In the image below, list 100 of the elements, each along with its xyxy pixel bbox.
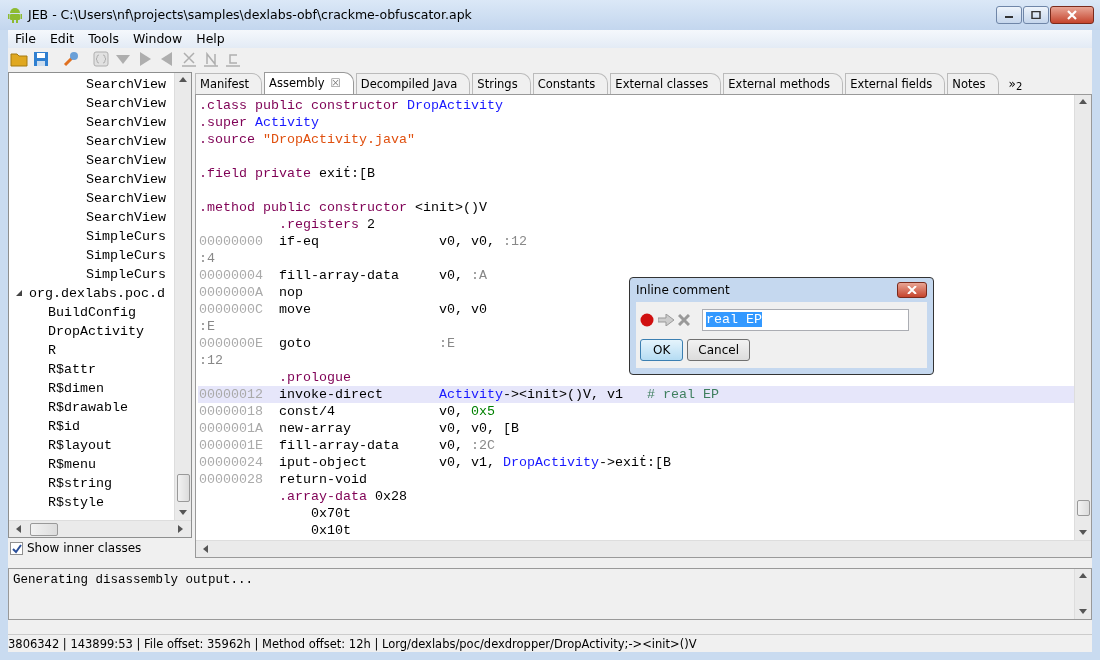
expander-icon[interactable] xyxy=(15,289,23,298)
tree-item[interactable]: R$layout xyxy=(48,435,112,455)
tree-item[interactable]: SearchView xyxy=(86,188,166,208)
line-address: 0000000C xyxy=(199,300,264,318)
code-token: v0, xyxy=(439,436,464,454)
arrow-icon[interactable] xyxy=(658,314,674,326)
line-address: 00000018 xyxy=(199,402,264,420)
tab[interactable]: Notes xyxy=(947,72,999,94)
code-token: 0x5 xyxy=(471,402,495,420)
save-icon[interactable] xyxy=(32,49,50,68)
tree-item[interactable]: R$style xyxy=(48,492,104,512)
tree-item[interactable]: org.dexlabs.poc.d xyxy=(29,283,165,303)
instruction-mnemonic: fill-array-data xyxy=(279,267,399,283)
tree-item[interactable]: R$id xyxy=(48,416,80,436)
tree-item[interactable]: SearchView xyxy=(86,93,166,113)
close-button[interactable] xyxy=(897,282,927,298)
instruction-mnemonic: iput-object xyxy=(279,454,367,470)
tree-item[interactable]: SearchView xyxy=(86,131,166,151)
scroll-left-icon[interactable] xyxy=(202,545,210,554)
line-address: 0000001E xyxy=(199,436,264,454)
tree-item[interactable]: SearchView xyxy=(86,150,166,170)
tab[interactable]: Decompiled Java xyxy=(355,72,471,94)
code-token: .registers xyxy=(279,215,360,233)
code-token: ->exiṫ:[B xyxy=(599,453,671,471)
cancel-button[interactable]: Cancel xyxy=(687,339,750,361)
tab[interactable]: External classes xyxy=(610,72,722,94)
close-icon xyxy=(1066,10,1078,20)
menu-item[interactable]: Tools xyxy=(81,30,126,48)
tree-item[interactable]: R$attr xyxy=(48,359,96,379)
tab[interactable]: Assembly ☒ xyxy=(264,71,354,94)
tree-item[interactable]: SearchView xyxy=(86,112,166,132)
scroll-up-icon[interactable] xyxy=(1079,97,1087,106)
tab[interactable]: Strings xyxy=(472,72,531,94)
code-token: :E xyxy=(439,334,455,352)
scroll-right-icon[interactable] xyxy=(177,525,185,534)
code-token: :12 xyxy=(199,351,223,369)
code-token: .class public constructor xyxy=(199,96,400,114)
scroll-thumb[interactable] xyxy=(1076,500,1090,517)
instruction-mnemonic: new-array xyxy=(279,420,351,436)
record-icon[interactable] xyxy=(640,313,654,327)
horizontal-scrollbar[interactable] xyxy=(9,520,191,538)
close-icon xyxy=(907,286,917,294)
android-icon xyxy=(8,7,22,23)
menu-item[interactable]: File xyxy=(8,30,43,48)
code-token: exiṫ:[B xyxy=(319,164,375,182)
close-button[interactable] xyxy=(1050,6,1094,24)
tree-item[interactable]: SimpleCurs xyxy=(86,245,166,265)
instruction-mnemonic: invoke-direct xyxy=(279,386,383,402)
vertical-scrollbar[interactable] xyxy=(174,72,191,521)
tree-item[interactable]: SearchView xyxy=(86,207,166,227)
code-token: :A xyxy=(471,266,487,284)
vertical-scrollbar[interactable] xyxy=(1074,569,1091,619)
minimize-button[interactable] xyxy=(996,6,1022,24)
more-tabs-button[interactable]: »$_{2}$ xyxy=(1008,73,1023,94)
instruction-mnemonic: if-eq xyxy=(279,233,319,249)
scroll-thumb[interactable] xyxy=(30,522,58,536)
maximize-button[interactable] xyxy=(1023,6,1049,24)
ok-button[interactable]: OK xyxy=(640,339,684,361)
status-text: 3806342 | 143899:53 | File offset: 35962h | Method offset: 12h | Lorg/dexlabs/poc/dexdropper/DropActivity;-><init>()V xyxy=(8,637,697,651)
line-address: 0000001A xyxy=(199,419,264,437)
menu-item[interactable]: Window xyxy=(125,30,190,48)
tree-item[interactable]: DropActivity xyxy=(48,321,144,341)
vertical-scrollbar[interactable] xyxy=(1074,94,1091,541)
code-token: <init>()V xyxy=(414,198,487,216)
code-token: DropActivity xyxy=(406,96,503,114)
checkbox[interactable] xyxy=(10,541,23,555)
tab[interactable]: External methods xyxy=(723,72,844,94)
horizontal-scrollbar[interactable] xyxy=(196,540,1091,558)
tree-item[interactable]: SimpleCurs xyxy=(86,264,166,284)
code-token: .field private xyxy=(199,164,312,182)
code-token: v0, xyxy=(439,266,464,284)
tree-item[interactable]: R xyxy=(48,340,56,360)
tree-item[interactable]: SearchView xyxy=(86,74,166,94)
menu-item[interactable]: Edit xyxy=(42,30,82,48)
scroll-down-icon[interactable] xyxy=(1079,608,1087,616)
tab[interactable]: Constants xyxy=(532,72,609,94)
scroll-up-icon[interactable] xyxy=(179,75,187,84)
tree-item[interactable]: R$menu xyxy=(48,454,96,474)
line-address: 00000024 xyxy=(199,453,264,471)
code-comment: # real EP xyxy=(646,385,719,403)
scroll-up-icon[interactable] xyxy=(1079,572,1087,581)
line-address: 00000000 xyxy=(199,232,264,250)
tree-item[interactable]: R$dimen xyxy=(48,378,104,398)
tree-item[interactable]: R$drawable xyxy=(48,397,128,417)
tree-item[interactable]: R$string xyxy=(48,473,112,493)
code-token: :12 xyxy=(503,232,527,250)
code-token: .array-data xyxy=(279,487,368,505)
line-address: 0000000E xyxy=(199,334,264,352)
menu-item[interactable]: Help xyxy=(189,30,232,48)
line-address: 0000000A xyxy=(199,283,264,301)
scroll-left-icon[interactable] xyxy=(15,525,23,534)
tab[interactable]: External fields xyxy=(845,72,946,94)
tree-item[interactable]: SearchView xyxy=(86,169,166,189)
scroll-thumb[interactable] xyxy=(176,474,190,503)
code-token: 2 xyxy=(367,215,375,233)
close-icon[interactable]: ☒ xyxy=(330,75,341,90)
tab[interactable]: Manifest xyxy=(195,72,263,94)
tree-item[interactable]: BuildConfig xyxy=(48,302,136,322)
tree-item[interactable]: SimpleCurs xyxy=(86,226,166,246)
delete-icon[interactable] xyxy=(678,314,690,326)
